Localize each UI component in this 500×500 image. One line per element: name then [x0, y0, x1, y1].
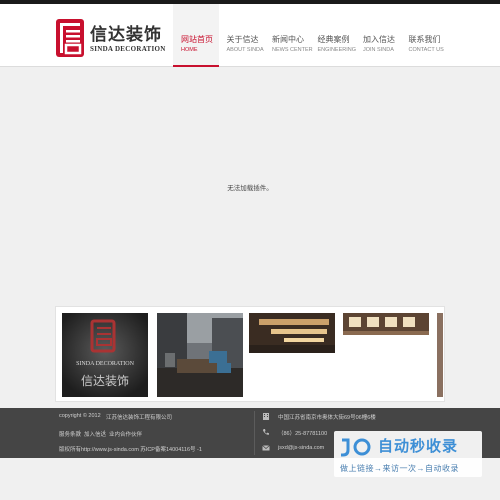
ceiling-lights-photo	[249, 313, 335, 397]
gallery-thumb-partial[interactable]	[437, 313, 443, 397]
thumb-overlay-en: SINDA DECORATION	[76, 361, 135, 367]
footer-link-partners[interactable]: 业内合作伙伴	[109, 430, 142, 438]
mail-icon	[262, 445, 270, 451]
nav-label-cn: 网站首页	[181, 35, 213, 44]
nav-label-en: CONTACT US	[408, 47, 444, 53]
footer-company: 江苏信达装饰工程有限公司	[106, 415, 173, 421]
nav-label-en: ENGINEERING	[317, 47, 357, 53]
nav-join[interactable]: 加入信达 JOIN SINDA	[355, 4, 401, 67]
nav-label-en: NEWS CENTER	[272, 47, 313, 53]
nav-label-cn: 经典案例	[317, 35, 350, 44]
main-nav: 网站首页 HOME 关于信达 ABOUT SINDA 新闻中心 NEWS CEN…	[173, 4, 446, 67]
case-gallery: SINDA DECORATION 信达装饰	[55, 306, 445, 402]
gallery-thumb[interactable]	[249, 313, 335, 397]
footer-site-info: 版权所有http://www.js-sinda.com 苏ICP备案140041…	[59, 447, 202, 453]
seo-watermark-badge[interactable]: 自动秒收录 做上链接→来访一次→自动收录	[334, 431, 482, 477]
site-header: 信达装饰 SINDA DECORATION 网站首页 HOME 关于信达 ABO…	[0, 4, 500, 67]
nav-label-cn: 关于信达	[226, 35, 259, 44]
gallery-thumb[interactable]	[157, 313, 243, 397]
lobby-photo	[157, 313, 243, 397]
site-logo[interactable]: 信达装饰 SINDA DECORATION	[55, 18, 185, 58]
footer-phone: （86）25-87781100	[278, 431, 328, 437]
nav-about[interactable]: 关于信达 ABOUT SINDA	[219, 4, 265, 67]
footer-divider	[254, 411, 255, 455]
gallery-thumb[interactable]	[343, 313, 429, 397]
footer-copyright: copyright © 2012	[59, 413, 101, 419]
thumb-overlay-cn: 信达装饰	[81, 374, 129, 388]
phone-icon	[263, 429, 269, 435]
sinda-logo-mark-icon	[56, 19, 84, 57]
partial-photo	[437, 313, 443, 397]
logo-wall-photo: SINDA DECORATION 信达装饰	[62, 313, 148, 397]
footer-link-separator: |	[79, 430, 81, 436]
nav-label-en: ABOUT SINDA	[226, 47, 264, 53]
gallery-thumb[interactable]: SINDA DECORATION 信达装饰	[62, 313, 148, 397]
nav-label-cn: 加入信达	[363, 35, 395, 44]
nav-label-en: HOME	[181, 47, 198, 53]
footer-link-terms[interactable]: 服务条款	[59, 430, 81, 438]
nav-label-en: JOIN SINDA	[363, 47, 394, 53]
nav-label-cn: 联系我们	[408, 35, 441, 44]
watermark-logo-icon	[341, 438, 371, 457]
hall-ceiling-photo	[343, 313, 429, 397]
nav-contact[interactable]: 联系我们 CONTACT US	[401, 4, 447, 67]
footer-address: 中国江苏省南京市奥体大街69号06幢6楼	[278, 415, 376, 421]
footer-link-separator: |	[104, 430, 106, 436]
nav-label-cn: 新闻中心	[272, 35, 304, 44]
footer-link-join[interactable]: 加入信达	[84, 430, 106, 438]
footer-email[interactable]: jsxd@js-sinda.com	[278, 445, 324, 451]
building-icon	[263, 413, 269, 420]
nav-news[interactable]: 新闻中心 NEWS CENTER	[264, 4, 313, 67]
plugin-load-notice: 无法加载插件。	[227, 185, 273, 192]
watermark-title: 自动秒收录	[378, 438, 459, 455]
nav-home[interactable]: 网站首页 HOME	[173, 4, 219, 67]
logo-chinese-name: 信达装饰	[90, 25, 162, 44]
nav-cases[interactable]: 经典案例 ENGINEERING	[310, 4, 357, 67]
watermark-subtitle: 做上链接→来访一次→自动收录	[340, 464, 459, 473]
logo-english-name: SINDA DECORATION	[90, 45, 166, 53]
